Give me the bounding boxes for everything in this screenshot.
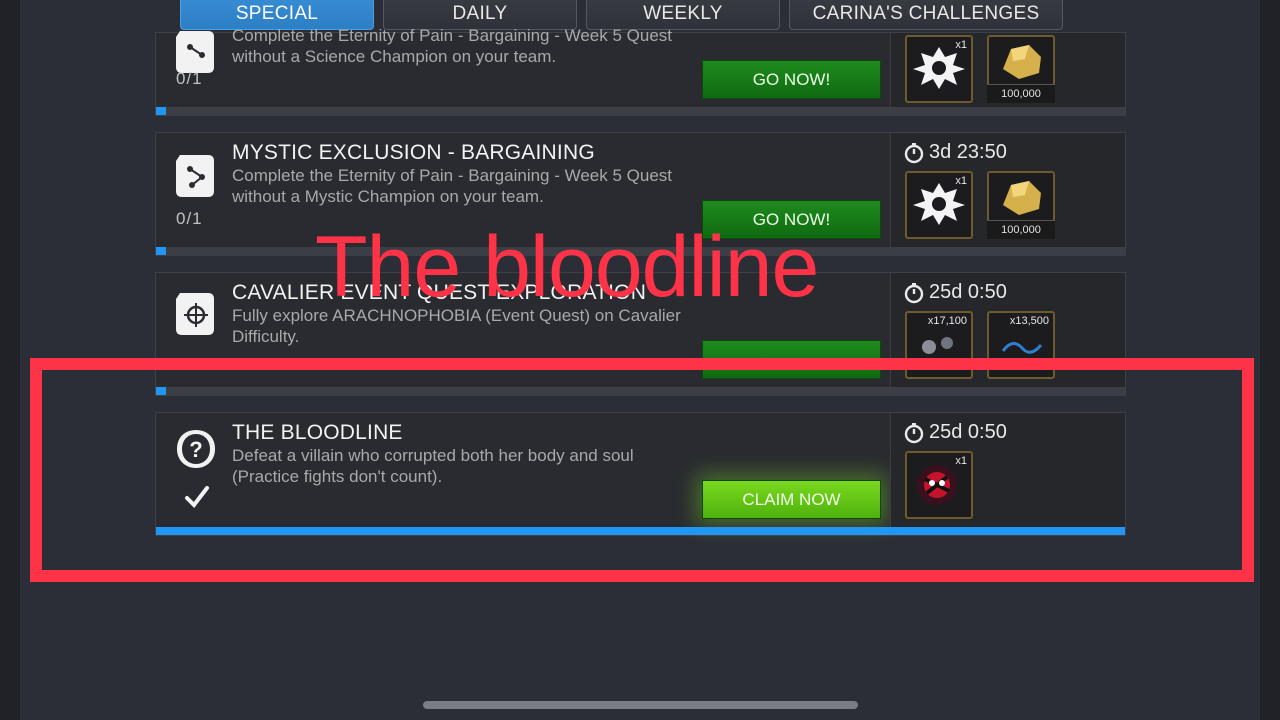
reward-slot[interactable]: x1 [905,171,973,239]
quest-progress-count: 0/1 [176,69,203,88]
reward-slot[interactable]: 100,000 [987,35,1055,103]
quest-progress-count: 0/1 [176,209,203,228]
quest-timer-text: 25d 0:50 [929,281,1007,303]
quest-progress-fill [156,107,166,115]
right-dark-margin [1260,0,1280,720]
overlay-title: The bloodline [315,219,819,315]
reward-quantity: x1 [955,39,967,51]
quest-scroll-icon [176,155,214,197]
stopwatch-icon [904,282,924,303]
reward-quantity: x1 [955,175,967,187]
reward-amount: 100,000 [987,220,1055,239]
quest-card: Complete the Eternity of Pain - Bargaini… [155,26,1126,116]
quest-explore-icon [176,293,214,335]
reward-amount: 100,000 [987,84,1055,103]
stopwatch-icon [904,142,924,163]
highlight-box [30,358,1254,582]
quest-title: MYSTIC EXCLUSION - BARGAINING [232,141,595,164]
gold-icon [1003,45,1041,79]
gold-icon [1003,181,1041,215]
reward-quantity: x17,100 [927,315,967,327]
quest-timer: 25d 0:50 [903,281,1007,304]
left-dark-margin [0,0,20,720]
quest-timer-text: 3d 23:50 [929,141,1007,163]
reward-slot[interactable]: 100,000 [987,171,1055,239]
home-indicator [423,701,858,709]
reward-pane: 3d 23:50 x1 100,000 [890,133,1125,247]
go-now-button[interactable]: GO NOW! [702,60,881,99]
reward-quantity: x13,500 [1009,315,1049,327]
quest-timer: 3d 23:50 [903,141,1007,164]
quest-description: Complete the Eternity of Pain - Bargaini… [232,166,673,206]
quest-progress-fill [156,247,166,255]
quest-description: Complete the Eternity of Pain - Bargaini… [232,26,673,66]
quest-progress-bar [156,107,1125,115]
reward-slot[interactable]: x1 [905,35,973,103]
reward-pane: x1 100,000 [890,33,1125,107]
tab-carinas-challenges[interactable]: CARINA'S CHALLENGES [789,0,1063,30]
quest-scroll-icon [176,31,214,73]
